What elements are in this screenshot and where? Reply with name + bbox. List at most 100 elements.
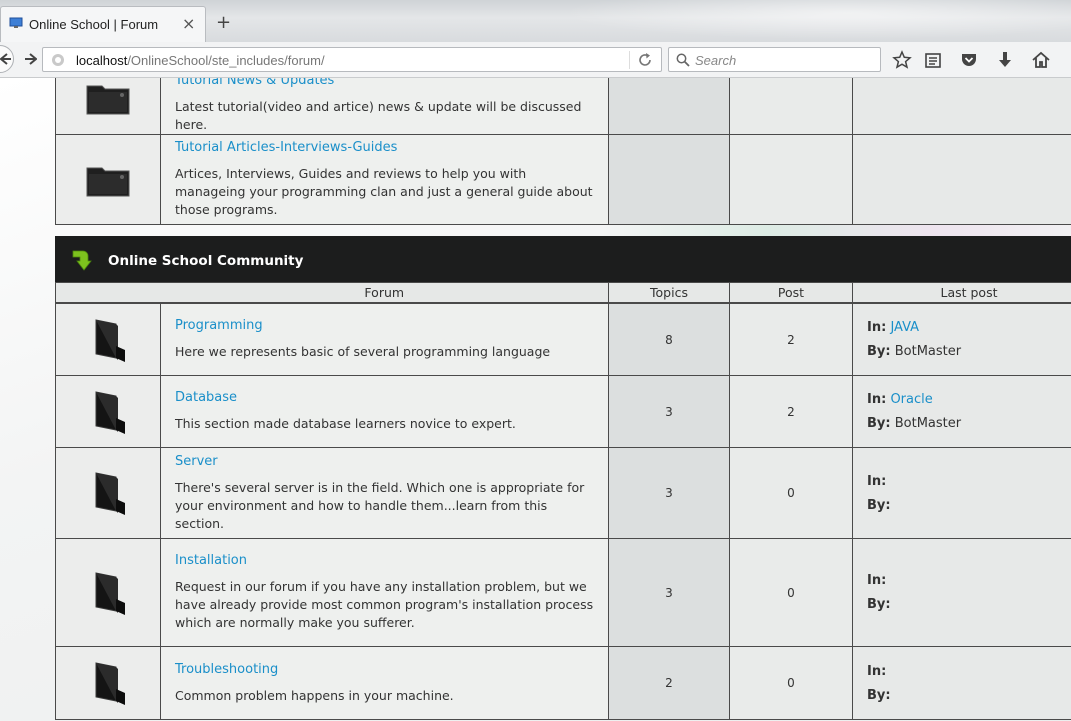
header-forum: Forum bbox=[160, 282, 609, 303]
post-count: 0 bbox=[729, 646, 853, 720]
download-icon[interactable] bbox=[995, 50, 1015, 70]
forum-title[interactable]: Installation bbox=[175, 553, 594, 568]
header-post: Post bbox=[729, 282, 853, 303]
community-category: Online School Community Forum Topics Pos… bbox=[55, 236, 1071, 720]
forum-row: Database This section made database learn… bbox=[55, 375, 1071, 448]
tab-title: Online School | Forum bbox=[29, 17, 159, 32]
forum-row: Troubleshooting Common problem happens in… bbox=[55, 646, 1071, 720]
forum-title[interactable]: Troubleshooting bbox=[175, 662, 594, 677]
pocket-icon[interactable] bbox=[959, 50, 979, 70]
by-label: By: bbox=[867, 497, 891, 513]
in-label: In: bbox=[867, 663, 887, 679]
last-post-forum-link[interactable]: Oracle bbox=[890, 392, 932, 407]
forum-row: Server There's several server is in the f… bbox=[55, 447, 1071, 539]
forum-row: Programming Here we represents basic of s… bbox=[55, 303, 1071, 376]
navigation-toolbar: localhost/OnlineSchool/ste_includes/foru… bbox=[0, 42, 1071, 78]
header-last-post: Last post bbox=[852, 282, 1071, 303]
last-post-by: By: bbox=[867, 688, 1071, 703]
by-label: By: bbox=[867, 687, 891, 703]
last-post-in: In: bbox=[867, 664, 1071, 679]
tutorial-category: Tutorial News & Updates Latest tutorial(… bbox=[55, 78, 1071, 225]
folder-icon-wrap bbox=[56, 163, 160, 197]
search-icon bbox=[676, 53, 690, 67]
last-post-by: By: BotMaster bbox=[867, 416, 1071, 431]
forum-icon-wrap bbox=[56, 661, 160, 705]
back-arrow-icon bbox=[0, 53, 11, 65]
forum-rows: Programming Here we represents basic of s… bbox=[55, 303, 1071, 720]
forward-button[interactable] bbox=[22, 50, 40, 68]
forum-title[interactable]: Programming bbox=[175, 318, 594, 333]
forum-description: Here we represents basic of several prog… bbox=[175, 344, 551, 359]
reload-icon[interactable] bbox=[637, 52, 653, 68]
close-tab-icon[interactable]: × bbox=[182, 14, 195, 33]
url-path: /OnlineSchool/ste_includes/forum/ bbox=[127, 53, 325, 68]
search-input[interactable] bbox=[695, 51, 875, 69]
header-topics: Topics bbox=[608, 282, 730, 303]
post-count: 2 bbox=[729, 303, 853, 376]
last-post-in: In: bbox=[867, 474, 1071, 489]
by-label: By: bbox=[867, 416, 891, 431]
forum-table: Tutorial News & Updates Latest tutorial(… bbox=[55, 78, 1071, 225]
green-arrow-icon bbox=[72, 250, 92, 271]
last-post-forum-link[interactable]: JAVA bbox=[890, 320, 919, 335]
category-header: Online School Community bbox=[55, 236, 1071, 282]
topics-count: 2 bbox=[608, 646, 730, 720]
forum-title[interactable]: Database bbox=[175, 390, 594, 405]
category-title: Online School Community bbox=[108, 253, 304, 269]
folder-icon bbox=[86, 85, 130, 114]
reading-list-icon[interactable] bbox=[923, 50, 943, 70]
search-bar[interactable] bbox=[668, 47, 881, 72]
post-count: 0 bbox=[729, 538, 853, 647]
home-icon[interactable] bbox=[1031, 50, 1051, 70]
in-label: In: bbox=[867, 473, 887, 489]
forum-table: Forum Topics Post Last post bbox=[55, 282, 1071, 303]
last-post-author: BotMaster bbox=[894, 344, 962, 359]
back-button[interactable] bbox=[0, 45, 14, 73]
forum-row: Tutorial Articles-Interviews-Guides Arti… bbox=[55, 134, 1071, 225]
active-tab[interactable]: Online School | Forum × bbox=[0, 6, 206, 42]
last-post-by: By: bbox=[867, 597, 1071, 612]
topics-count: 3 bbox=[608, 447, 730, 539]
bookmark-star-icon[interactable] bbox=[892, 50, 912, 70]
url-text: localhost/OnlineSchool/ste_includes/foru… bbox=[76, 53, 325, 68]
forum-folder-icon bbox=[95, 662, 125, 705]
in-label: In: bbox=[867, 392, 887, 407]
post-count: 0 bbox=[729, 447, 853, 539]
folder-icon-wrap bbox=[56, 78, 160, 115]
post-count: 2 bbox=[729, 375, 853, 448]
url-host: localhost bbox=[76, 53, 128, 68]
forum-description: Request in our forum if you have any ins… bbox=[175, 579, 594, 630]
folder-icon bbox=[86, 167, 130, 196]
new-tab-button[interactable]: + bbox=[216, 12, 231, 33]
forum-icon-wrap bbox=[56, 390, 160, 434]
forward-arrow-icon bbox=[25, 53, 37, 65]
topics-count: 8 bbox=[608, 303, 730, 376]
last-post-in: In: bbox=[867, 573, 1071, 588]
forum-folder-icon bbox=[95, 390, 125, 434]
topics-count: 3 bbox=[608, 538, 730, 647]
forum-description: There's several server is in the field. … bbox=[175, 479, 585, 531]
forum-description: Artices, Interviews, Guides and reviews … bbox=[175, 166, 593, 217]
url-divider bbox=[629, 51, 630, 69]
last-post-author: BotMaster bbox=[894, 416, 962, 431]
forum-title[interactable]: Tutorial News & Updates bbox=[175, 78, 594, 88]
address-bar[interactable]: localhost/OnlineSchool/ste_includes/foru… bbox=[42, 47, 662, 72]
last-post-in: In: JAVA bbox=[867, 320, 1071, 335]
forum-icon-wrap bbox=[56, 318, 160, 362]
forum-title[interactable]: Tutorial Articles-Interviews-Guides bbox=[175, 140, 594, 155]
table-header-row: Forum Topics Post Last post bbox=[55, 282, 1071, 303]
in-label: In: bbox=[867, 573, 887, 588]
last-post-in: In: Oracle bbox=[867, 392, 1071, 407]
monitor-icon bbox=[9, 17, 23, 28]
forum-icon-wrap bbox=[56, 571, 160, 615]
forum-icon-wrap bbox=[56, 471, 160, 515]
by-label: By: bbox=[867, 597, 891, 612]
forum-row: Tutorial News & Updates Latest tutorial(… bbox=[55, 78, 1071, 135]
by-label: By: bbox=[867, 344, 891, 359]
forum-folder-icon bbox=[95, 318, 125, 362]
forum-title[interactable]: Server bbox=[175, 454, 594, 469]
forum-description: Latest tutorial(video and artice) news &… bbox=[175, 99, 582, 132]
tab-strip: Online School | Forum × + bbox=[0, 0, 1071, 44]
forum-description: This section made database learners novi… bbox=[175, 416, 516, 431]
last-post-by: By: bbox=[867, 498, 1071, 513]
